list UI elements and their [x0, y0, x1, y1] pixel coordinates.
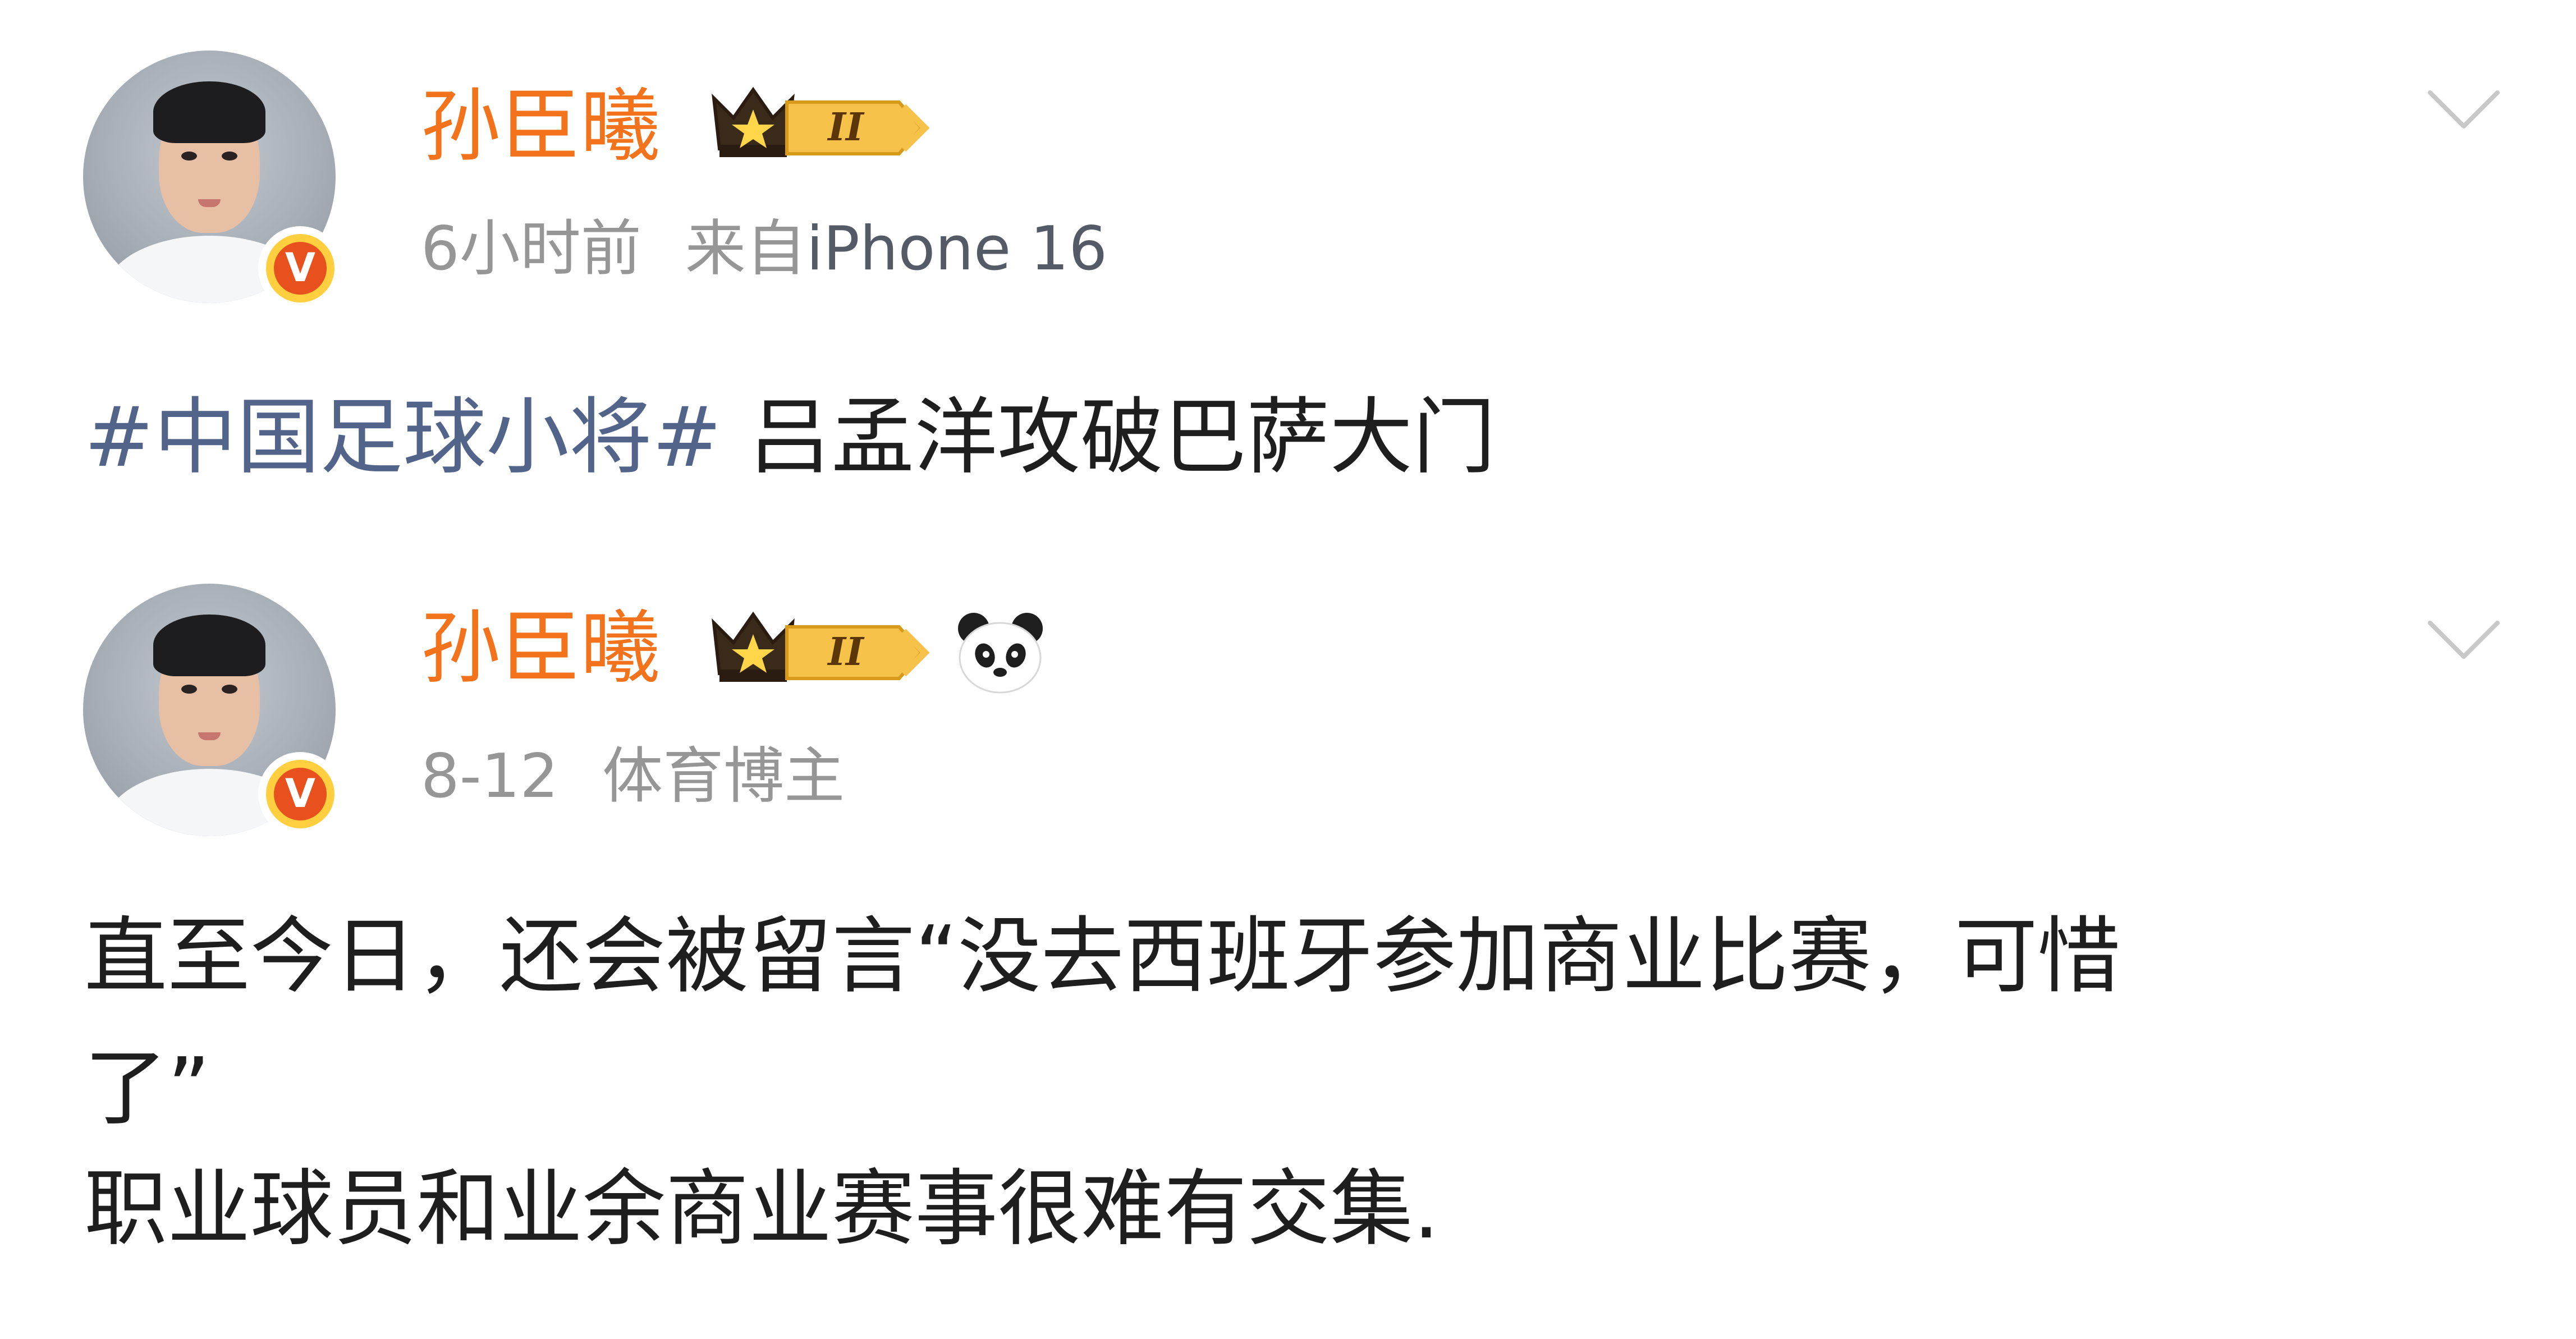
avatar-hair — [153, 615, 265, 676]
post-text-line: 了” — [84, 1040, 210, 1136]
crown-icon — [712, 611, 795, 682]
username[interactable]: 孙臣曦 — [421, 609, 660, 689]
vip-crown-badge[interactable]: II — [708, 79, 944, 168]
avatar-hair — [153, 81, 265, 143]
hashtag-link[interactable]: #中国足球小将# — [84, 389, 722, 485]
post-meta: 8-12 体育博主 — [421, 746, 845, 807]
crown-icon — [712, 86, 795, 157]
user-tag: 体育博主 — [602, 741, 845, 811]
post-time: 6小时前 — [421, 214, 641, 284]
panda-icon[interactable] — [954, 606, 1047, 699]
verified-v-badge: V — [258, 226, 342, 310]
verified-v-label: V — [274, 768, 327, 820]
avatar-eye — [181, 685, 197, 694]
avatar-eye — [181, 152, 197, 161]
verified-v-label: V — [274, 242, 327, 295]
weibo-post-1: V 孙臣曦 II 6小时前 来自iPhone 16 #中国足球小将# 吕孟洋攻破巴… — [0, 0, 2576, 561]
avatar-eye — [222, 685, 237, 694]
post-text: 吕孟洋攻破巴萨大门 — [722, 389, 1496, 485]
post-text-line: 职业球员和业余商业赛事很难有交集. — [84, 1161, 1440, 1257]
vip-level-label: II — [827, 630, 865, 675]
vip-level-badge: II — [785, 100, 930, 155]
post-content: #中国足球小将# 吕孟洋攻破巴萨大门 — [84, 396, 1496, 479]
weibo-post-2: V 孙臣曦 II 8-12 体育博主 直至今日，还会被留言“没去西班牙参加商业比赛… — [0, 528, 2576, 1339]
post-text-line: 直至今日，还会被留言“没去西班牙参加商业比赛，可惜 — [84, 908, 2121, 1005]
source-prefix: 来自 — [685, 214, 806, 284]
vip-level-badge: II — [785, 625, 930, 680]
post-source: iPhone 16 — [806, 214, 1108, 284]
post-meta: 6小时前 来自iPhone 16 — [421, 219, 1107, 279]
post-time: 8-12 — [421, 741, 559, 811]
avatar-eye — [222, 152, 237, 161]
vip-level-label: II — [827, 105, 865, 150]
verified-v-badge: V — [258, 752, 342, 836]
chevron-down-icon[interactable] — [2424, 615, 2503, 665]
vip-crown-badge[interactable]: II — [708, 603, 944, 693]
username[interactable]: 孙臣曦 — [421, 87, 660, 167]
chevron-down-icon[interactable] — [2424, 84, 2503, 135]
